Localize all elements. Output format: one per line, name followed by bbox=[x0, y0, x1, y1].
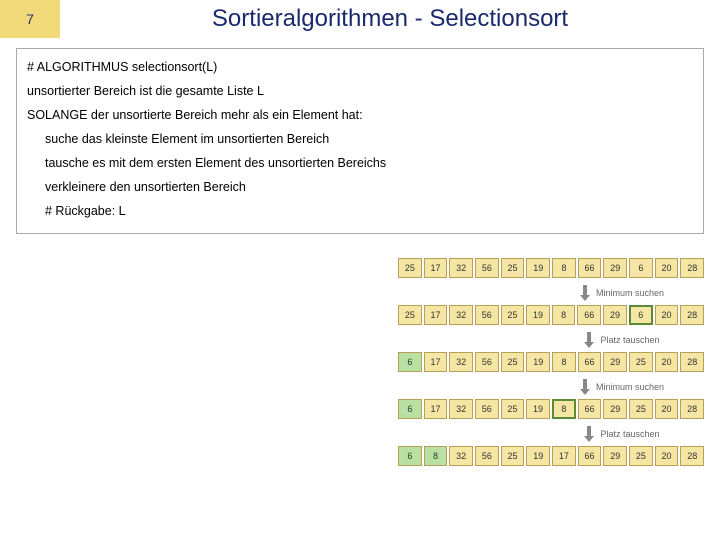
cell: 17 bbox=[424, 399, 448, 419]
cell: 20 bbox=[655, 446, 679, 466]
step-label: Platz tauschen bbox=[600, 335, 659, 345]
cell-sorted: 6 bbox=[398, 352, 422, 372]
cell-sorted: 6 bbox=[398, 446, 422, 466]
cell: 17 bbox=[424, 305, 448, 325]
step-label: Minimum suchen bbox=[596, 382, 664, 392]
cell: 20 bbox=[655, 305, 679, 325]
cell: 19 bbox=[526, 352, 550, 372]
cell: 32 bbox=[449, 446, 473, 466]
algo-line-3: suche das kleinste Element im unsortiert… bbox=[27, 127, 693, 151]
cell: 28 bbox=[680, 352, 704, 372]
step-label: Minimum suchen bbox=[596, 288, 664, 298]
cell: 8 bbox=[552, 258, 576, 278]
cell: 28 bbox=[680, 258, 704, 278]
cell: 25 bbox=[501, 399, 525, 419]
cell: 20 bbox=[655, 258, 679, 278]
diagram-row-2: 25 17 32 56 25 19 8 66 29 6 20 28 bbox=[398, 305, 704, 325]
algo-line-5: verkleinere den unsortierten Bereich bbox=[27, 175, 693, 199]
cell: 25 bbox=[501, 446, 525, 466]
cell: 32 bbox=[449, 258, 473, 278]
cell: 29 bbox=[603, 258, 627, 278]
cell: 56 bbox=[475, 446, 499, 466]
cell: 25 bbox=[398, 305, 422, 325]
diagram-row-3: 6 17 32 56 25 19 8 66 29 25 20 28 bbox=[398, 352, 704, 372]
cell: 17 bbox=[552, 446, 576, 466]
cell: 25 bbox=[398, 258, 422, 278]
cell-highlight: 8 bbox=[552, 399, 576, 419]
cell: 19 bbox=[526, 258, 550, 278]
slide-header: 7 Sortieralgorithmen - Selectionsort bbox=[0, 0, 720, 38]
cell: 28 bbox=[680, 399, 704, 419]
cell: 28 bbox=[680, 305, 704, 325]
cell: 56 bbox=[475, 258, 499, 278]
cell: 25 bbox=[501, 305, 525, 325]
algo-line-2: SOLANGE der unsortierte Bereich mehr als… bbox=[27, 103, 693, 127]
algo-line-6: # Rückgabe: L bbox=[27, 199, 693, 223]
cell: 56 bbox=[475, 399, 499, 419]
cell: 25 bbox=[629, 446, 653, 466]
algo-line-0: # ALGORITHMUS selectionsort(L) bbox=[27, 55, 693, 79]
cell: 32 bbox=[449, 399, 473, 419]
algorithm-box: # ALGORITHMUS selectionsort(L) unsortier… bbox=[16, 48, 704, 234]
cell: 66 bbox=[578, 258, 602, 278]
cell: 29 bbox=[603, 305, 627, 325]
cell: 66 bbox=[578, 446, 602, 466]
diagram-row-5: 6 8 32 56 25 19 17 66 29 25 20 28 bbox=[398, 446, 704, 466]
arrow-step-4: Platz tauschen bbox=[398, 422, 704, 446]
cell: 8 bbox=[552, 352, 576, 372]
sort-diagram: 25 17 32 56 25 19 8 66 29 6 20 28 Minimu… bbox=[398, 258, 704, 469]
cell: 66 bbox=[577, 305, 601, 325]
slide-number: 7 bbox=[0, 0, 60, 38]
cell: 6 bbox=[629, 258, 653, 278]
cell: 28 bbox=[680, 446, 704, 466]
cell-sorted: 6 bbox=[398, 399, 422, 419]
cell: 32 bbox=[449, 352, 473, 372]
diagram-row-1: 25 17 32 56 25 19 8 66 29 6 20 28 bbox=[398, 258, 704, 278]
cell: 20 bbox=[655, 399, 679, 419]
cell: 56 bbox=[475, 305, 499, 325]
cell-highlight: 6 bbox=[629, 305, 653, 325]
cell: 19 bbox=[526, 305, 550, 325]
cell: 66 bbox=[578, 399, 602, 419]
cell: 25 bbox=[501, 258, 525, 278]
page-title: Sortieralgorithmen - Selectionsort bbox=[60, 0, 720, 38]
cell: 20 bbox=[655, 352, 679, 372]
cell: 19 bbox=[526, 399, 550, 419]
algo-line-4: tausche es mit dem ersten Element des un… bbox=[27, 151, 693, 175]
cell: 25 bbox=[629, 352, 653, 372]
arrow-down-icon bbox=[578, 379, 592, 395]
cell: 56 bbox=[475, 352, 499, 372]
cell: 29 bbox=[603, 352, 627, 372]
arrow-step-2: Platz tauschen bbox=[398, 328, 704, 352]
step-label: Platz tauschen bbox=[600, 429, 659, 439]
arrow-down-icon bbox=[582, 332, 596, 348]
cell: 8 bbox=[552, 305, 576, 325]
cell: 66 bbox=[578, 352, 602, 372]
cell: 25 bbox=[501, 352, 525, 372]
cell: 17 bbox=[424, 258, 448, 278]
diagram-row-4: 6 17 32 56 25 19 8 66 29 25 20 28 bbox=[398, 399, 704, 419]
cell-sorted: 8 bbox=[424, 446, 448, 466]
cell: 25 bbox=[629, 399, 653, 419]
arrow-step-3: Minimum suchen bbox=[398, 375, 704, 399]
arrow-step-1: Minimum suchen bbox=[398, 281, 704, 305]
cell: 29 bbox=[603, 399, 627, 419]
cell: 17 bbox=[424, 352, 448, 372]
cell: 19 bbox=[526, 446, 550, 466]
cell: 29 bbox=[603, 446, 627, 466]
cell: 32 bbox=[449, 305, 473, 325]
algo-line-1: unsortierter Bereich ist die gesamte Lis… bbox=[27, 79, 693, 103]
arrow-down-icon bbox=[578, 285, 592, 301]
arrow-down-icon bbox=[582, 426, 596, 442]
